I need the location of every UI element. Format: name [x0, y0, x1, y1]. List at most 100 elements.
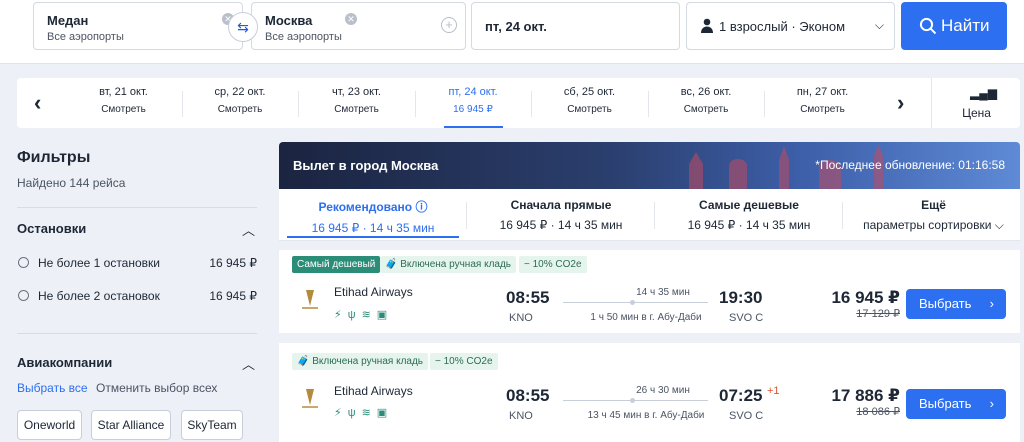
luggage-icon: 🧳	[385, 259, 401, 270]
flight-card[interactable]: 🧳 Включена ручная кладь − 10% CO2e Etiha…	[279, 343, 1020, 442]
stop-option-1[interactable]: Не более 1 остановки 16 945 ₽	[17, 256, 257, 276]
date-option[interactable]: ср, 22 окт. Смотреть	[182, 86, 299, 115]
date-label: ср, 22 окт.	[214, 86, 266, 98]
date-price: Смотреть	[683, 104, 729, 115]
sort-label: Рекомендовано	[318, 200, 413, 214]
clear-destination-icon[interactable]: ✕	[345, 13, 357, 25]
date-label: чт, 23 окт.	[332, 86, 381, 98]
destination-airports: Все аэропорты	[265, 31, 342, 43]
date-option[interactable]: чт, 23 окт. Смотреть	[298, 86, 415, 115]
route-line	[563, 302, 708, 303]
origin-city: Медан	[47, 13, 89, 28]
airline-name: Etihad Airways	[334, 285, 413, 299]
radio-icon	[18, 290, 29, 301]
prev-dates-icon[interactable]: ‹	[34, 90, 41, 116]
find-button[interactable]: Найти	[901, 2, 1007, 50]
etihad-logo-icon	[302, 389, 318, 408]
date-option[interactable]: вс, 26 окт. Смотреть	[648, 86, 765, 115]
origin-field[interactable]: Медан Все аэропорты ✕	[33, 2, 243, 50]
swap-icon[interactable]: ⇆	[228, 12, 258, 42]
divider	[181, 91, 183, 117]
hand-luggage-badge: 🧳 Включена ручная кладь	[380, 256, 517, 273]
date-option[interactable]: пн, 27 окт. Смотреть	[764, 86, 881, 115]
chevron-right-icon: ›	[989, 396, 994, 411]
divider	[647, 91, 649, 117]
arrival-time: 19:30	[719, 288, 763, 307]
route-line	[563, 400, 708, 401]
date-price: Смотреть	[101, 104, 146, 115]
deselect-all-link[interactable]: Отменить выбор всех	[96, 381, 217, 395]
alliance-star-alliance[interactable]: Star Alliance	[91, 410, 171, 440]
date-option[interactable]: пт, 24 окт. 16 945 ₽	[415, 86, 532, 128]
add-route-icon[interactable]: +	[441, 17, 457, 33]
co2-badge: − 10% CO2e	[519, 256, 587, 273]
sort-recommended[interactable]: Рекомендовано ⓘ 16 945 ₽ · 14 ч 35 мин	[287, 198, 459, 238]
sort-cheapest[interactable]: Самые дешевые 16 945 ₽ · 14 ч 35 мин	[663, 198, 835, 232]
destination-field[interactable]: Москва Все аэропорты ✕	[251, 2, 466, 50]
next-dates-icon[interactable]: ›	[897, 90, 904, 116]
collapse-stops-icon[interactable]: ︿	[242, 220, 255, 239]
last-updated: *Последнее обновление: 01:16:58	[815, 158, 1005, 172]
hand-luggage-badge: 🧳 Включена ручная кладь	[292, 353, 429, 370]
radio-icon	[18, 257, 29, 268]
stops-title: Остановки	[17, 221, 87, 236]
layover: 1 ч 50 мин в г. Абу-Даби	[590, 312, 702, 323]
sort-more[interactable]: Ещё параметры сортировки ⌵	[851, 198, 1016, 233]
price: 16 945 ₽	[831, 288, 900, 307]
alliance-oneworld[interactable]: Oneworld	[17, 410, 82, 440]
date-price: Смотреть	[334, 104, 379, 115]
search-bar: Медан Все аэропорты ✕ Москва Все аэропор…	[0, 0, 1024, 64]
select-flight-button[interactable]: Выбрать ›	[906, 289, 1006, 319]
stop-dot	[630, 300, 635, 305]
date-label: сб, 25 окт.	[563, 86, 616, 98]
select-label: Выбрать	[919, 296, 972, 311]
etihad-logo-icon	[302, 290, 318, 309]
stop-option-price: 16 945 ₽	[209, 289, 257, 303]
find-label: Найти	[941, 16, 990, 35]
alliance-skyteam[interactable]: SkyTeam	[181, 410, 243, 440]
person-icon	[701, 18, 713, 33]
price-tab-label: Цена	[962, 106, 991, 120]
flight-card[interactable]: Самый дешевый 🧳 Включена ручная кладь − …	[279, 250, 1020, 333]
stop-option-price: 16 945 ₽	[209, 256, 257, 270]
found-count: Найдено 144 рейса	[17, 176, 126, 190]
date-option[interactable]: вт, 21 окт. Смотреть	[65, 86, 182, 115]
sort-sub: 16 945 ₽ · 14 ч 35 мин	[311, 221, 435, 235]
date-label: вт, 21 окт.	[99, 86, 148, 98]
badge-text: Включена ручная кладь	[400, 259, 512, 270]
departure-airport: KNO	[509, 312, 533, 324]
sort-label: Сначала прямые	[510, 198, 612, 212]
date-price: Смотреть	[217, 104, 263, 115]
price: 17 886 ₽	[831, 386, 900, 405]
destination-city: Москва	[265, 13, 313, 28]
flight-duration: 26 ч 30 мин	[636, 385, 690, 396]
price-chart-tab[interactable]: ▂▄▆ Цена	[931, 78, 1020, 128]
passengers-value: 1 взрослый · Эконом	[719, 19, 846, 34]
departure-time: 08:55	[506, 288, 550, 307]
sort-tabs: Рекомендовано ⓘ 16 945 ₽ · 14 ч 35 мин С…	[279, 189, 1020, 241]
sort-direct-first[interactable]: Сначала прямые 16 945 ₽ · 14 ч 35 мин	[475, 198, 647, 232]
airlines-title: Авиакомпании	[17, 355, 113, 370]
select-flight-button[interactable]: Выбрать ›	[906, 389, 1006, 419]
collapse-airlines-icon[interactable]: ︿	[242, 354, 255, 373]
stop-dot	[630, 398, 635, 403]
stop-option-2[interactable]: Не более 2 остановок 16 945 ₽	[17, 289, 257, 309]
divider	[531, 91, 532, 117]
date-field[interactable]: пт, 24 окт.	[471, 2, 680, 50]
banner-title: Вылет в город Москва	[293, 158, 439, 173]
old-price: 18 086 ₽	[856, 406, 900, 418]
flight-duration: 14 ч 35 мин	[636, 287, 690, 298]
badge-text: Включена ручная кладь	[312, 356, 424, 367]
date-label: пт, 24 окт.	[448, 86, 498, 98]
select-all-link[interactable]: Выбрать все	[17, 381, 88, 395]
amenities-icon: ⚡ψ≋▣	[334, 309, 394, 321]
bar-chart-icon: ▂▄▆	[970, 86, 997, 100]
stop-option-label: Не более 1 остановки	[38, 256, 160, 270]
passengers-field[interactable]: 1 взрослый · Эконом ⌵	[686, 2, 895, 50]
sort-sub: 16 945 ₽ · 14 ч 35 мин	[499, 218, 623, 232]
divider	[466, 202, 467, 229]
date-option[interactable]: сб, 25 окт. Смотреть	[531, 86, 648, 115]
info-icon[interactable]: ⓘ	[415, 200, 427, 214]
stop-option-label: Не более 2 остановок	[38, 289, 160, 303]
date-label: пн, 27 окт.	[796, 86, 849, 98]
